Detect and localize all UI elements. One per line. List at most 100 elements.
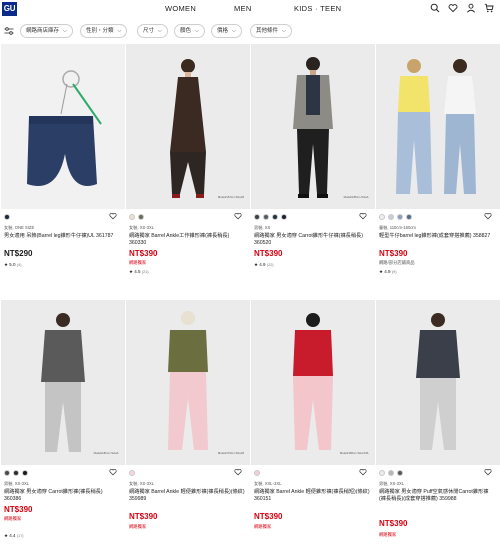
search-icon[interactable] <box>430 3 440 13</box>
color-swatch[interactable] <box>129 214 135 220</box>
heart-icon[interactable] <box>234 468 242 476</box>
filter-gender-category[interactable]: 性別・分類 ⌵ <box>80 24 128 38</box>
color-swatch[interactable] <box>397 470 403 476</box>
model-photo <box>293 57 333 198</box>
product-meta: 女裝, ONE SIZE <box>4 225 35 230</box>
product-card[interactable]: Model/166cm Size/XXL 女裝, XXL-3XL 網路獨家 Ba… <box>251 300 375 529</box>
model-photo <box>293 313 333 450</box>
product-card[interactable]: 男裝, XS-3XL 網路獨家 男女適穿 Puff空氣感休閒Carrot錐形褲(… <box>376 300 500 537</box>
heart-icon[interactable] <box>448 3 458 13</box>
product-meta: 男裝, XS-3XL <box>4 481 30 486</box>
product-rating: ★ 4.9 (22) <box>254 262 274 267</box>
model-photo <box>41 313 85 452</box>
color-swatches <box>4 214 10 220</box>
heart-icon[interactable] <box>359 468 367 476</box>
filter-more-conditions[interactable]: 其他條件 ⌵ <box>250 24 292 38</box>
chevron-down-icon: ⌵ <box>282 28 286 34</box>
color-swatch[interactable] <box>281 214 287 220</box>
product-card[interactable]: Model/172cm Size/M 女裝, XS-3XL 網路獨家 Barre… <box>126 300 250 529</box>
cart-icon[interactable] <box>484 3 494 13</box>
chevron-down-icon: ⌵ <box>117 28 122 34</box>
product-price: NT$390 <box>254 249 283 258</box>
product-title[interactable]: 男女適用 吊飾(Barrel leg錐形牛仔褲)UL 361787 <box>4 233 120 240</box>
nav-kids-teen[interactable]: KIDS · TEEN <box>294 4 341 13</box>
product-price: NT$390 <box>379 519 408 528</box>
color-swatch[interactable] <box>379 214 385 220</box>
product-title[interactable]: 網路獨家 Barrel Ankle 輕便錐形褲(褲長稍長)(條紋) 359989 <box>129 489 245 503</box>
color-swatches <box>254 470 260 476</box>
product-title[interactable]: 網路獨家 男女適穿 Puff空氣感休閒Carrot錐形褲(褲長稍長)(成套穿搭推… <box>379 489 495 503</box>
heart-icon[interactable] <box>234 212 242 220</box>
product-card[interactable]: Model/181cm Size/L 男裝, XS-3XL 網路獨家 男女適穿 … <box>1 300 125 538</box>
product-image[interactable] <box>376 300 500 465</box>
product-title[interactable]: 輕型牛仔barrel leg錐形褲(成套穿搭推薦) 358827 <box>379 233 495 240</box>
product-card[interactable]: Model/185cm Size/L 男裝, XS 網路獨家 男女適穿 Carr… <box>251 44 375 267</box>
product-price: NT$390 <box>4 505 33 514</box>
model-size-note: Model/167cm Size/M <box>217 194 244 199</box>
color-swatch[interactable] <box>263 214 269 220</box>
color-swatch[interactable] <box>397 214 403 220</box>
product-title[interactable]: 網路獨家 Barrel Ankle 輕便錐形褲(褲長稍短)(條紋) 360151 <box>254 489 370 503</box>
product-image[interactable]: Model/166cm Size/XXL <box>251 300 375 465</box>
online-exclusive-tag: 網路獨家 <box>379 532 397 537</box>
product-title[interactable]: 網路獨家 男女適穿 Carrot錐形牛仔褲(褲長稍長) 360520 <box>254 233 370 247</box>
color-swatch[interactable] <box>22 470 28 476</box>
heart-icon[interactable] <box>109 468 117 476</box>
color-swatch[interactable] <box>388 470 394 476</box>
online-exclusive-tag: 網路獨家 <box>4 516 22 521</box>
model-photo <box>396 59 476 194</box>
product-meta: 男裝, XS <box>254 225 271 230</box>
color-swatch[interactable] <box>254 470 260 476</box>
product-meta: 童裝, 110cm-160cm <box>379 225 416 230</box>
color-swatches <box>129 214 144 220</box>
model-photo <box>170 59 206 198</box>
color-swatch[interactable] <box>4 470 10 476</box>
product-card[interactable]: 女裝, ONE SIZE 男女適用 吊飾(Barrel leg錐形牛仔褲)UL … <box>1 44 125 267</box>
product-image[interactable]: Model/185cm Size/L <box>251 44 375 209</box>
heart-icon[interactable] <box>484 468 492 476</box>
product-price: NT$290 <box>4 249 33 258</box>
product-image[interactable]: Model/181cm Size/L <box>1 300 125 465</box>
product-card[interactable]: Model/167cm Size/M 女裝, XS-3XL 網路獨家 Barre… <box>126 44 250 274</box>
online-exclusive-tag: 網路獨家 <box>254 524 272 529</box>
model-photo <box>168 311 208 450</box>
color-swatch[interactable] <box>388 214 394 220</box>
product-title[interactable]: 網路獨家 Barrel Ankle工作錐形褲(褲長稍長) 360330 <box>129 233 245 247</box>
product-image[interactable] <box>1 44 125 209</box>
product-rating: ★ 4.5 (21) <box>129 269 149 274</box>
product-price: NT$390 <box>254 512 283 521</box>
filter-price[interactable]: 價格 ⌵ <box>211 24 242 38</box>
color-swatch[interactable] <box>138 214 144 220</box>
product-title[interactable]: 網路獨家 男女適穿 Carrot錐形褲(褲長稍長) 360386 <box>4 489 120 503</box>
product-price: NT$390 <box>379 249 408 258</box>
color-swatch[interactable] <box>254 214 260 220</box>
product-image[interactable] <box>376 44 500 209</box>
color-swatches <box>4 470 28 476</box>
color-swatch[interactable] <box>13 470 19 476</box>
nav-men[interactable]: MEN <box>234 4 252 13</box>
model-size-note: Model/172cm Size/M <box>217 450 244 455</box>
color-swatch[interactable] <box>4 214 10 220</box>
model-size-note: Model/166cm Size/XXL <box>339 450 369 455</box>
product-image[interactable]: Model/167cm Size/M <box>126 44 250 209</box>
heart-icon[interactable] <box>484 212 492 220</box>
heart-icon[interactable] <box>359 212 367 220</box>
product-price: NT$390 <box>129 249 158 258</box>
color-swatch[interactable] <box>129 470 135 476</box>
color-swatch[interactable] <box>272 214 278 220</box>
filter-settings-icon[interactable] <box>4 26 14 36</box>
model-size-note: Model/185cm Size/L <box>343 194 369 199</box>
product-image[interactable]: Model/172cm Size/M <box>126 300 250 465</box>
filter-size[interactable]: 尺寸 ⌵ <box>137 24 168 38</box>
product-card[interactable]: 童裝, 110cm-160cm 輕型牛仔barrel leg錐形褲(成套穿搭推薦… <box>376 44 500 274</box>
color-swatch[interactable] <box>379 470 385 476</box>
color-swatch[interactable] <box>406 214 412 220</box>
nav-women[interactable]: WOMEN <box>165 4 196 13</box>
user-icon[interactable] <box>466 3 476 13</box>
gu-logo[interactable]: GU <box>2 2 17 16</box>
heart-icon[interactable] <box>109 212 117 220</box>
product-meta: 女裝, XXL-3XL <box>254 481 282 486</box>
filter-online-stock[interactable]: 網路商店庫存 ⌵ <box>20 24 73 38</box>
filter-bar: 網路商店庫存 ⌵ 性別・分類 ⌵ 尺寸 ⌵ 顏色 ⌵ 價格 ⌵ 其他條件 ⌵ <box>0 22 500 40</box>
filter-color[interactable]: 顏色 ⌵ <box>174 24 205 38</box>
